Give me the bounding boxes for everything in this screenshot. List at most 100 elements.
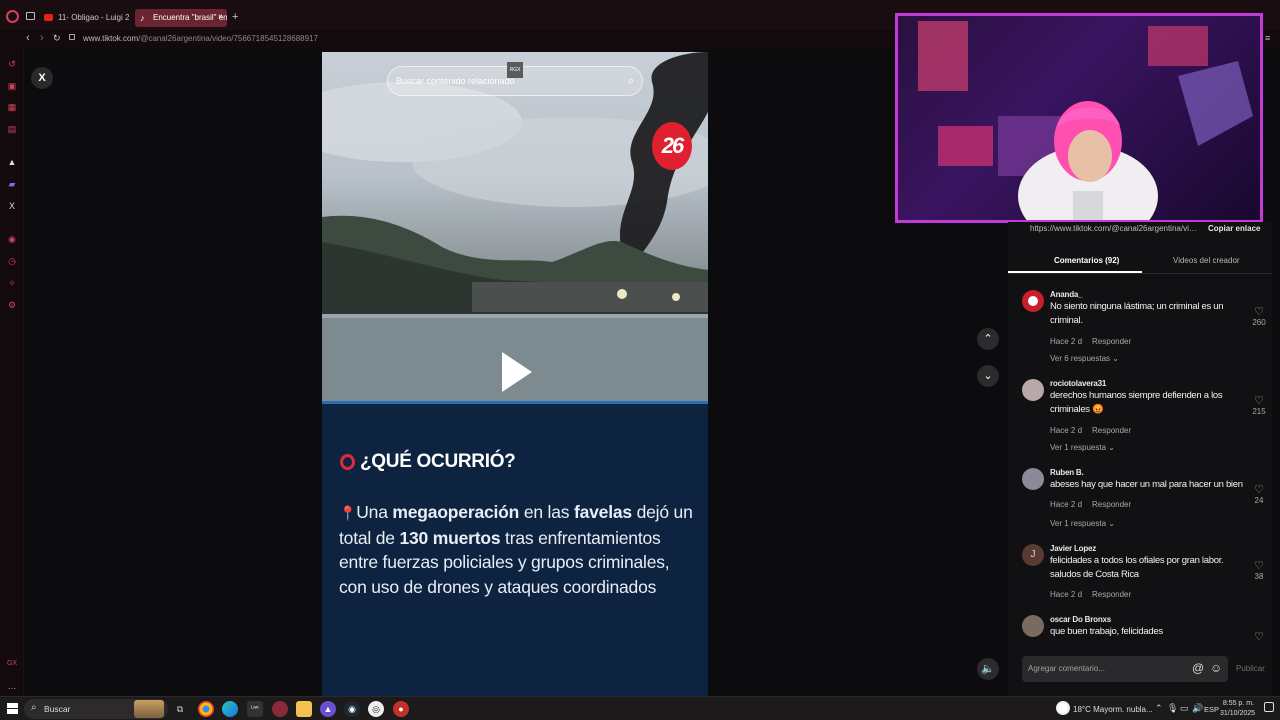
- file-explorer-icon[interactable]: [296, 701, 312, 717]
- weather-text[interactable]: 18°C Mayorm. nubla...: [1073, 705, 1153, 714]
- search-highlight-image: [134, 700, 164, 718]
- like-button[interactable]: ♡ 260: [1250, 306, 1268, 327]
- aria-icon[interactable]: ▲: [6, 156, 18, 168]
- clock-date: 31/10/2025: [1220, 710, 1256, 717]
- tabs-divider: [1008, 273, 1272, 274]
- like-button[interactable]: ♡ 38: [1250, 560, 1268, 581]
- chevron-up-icon: ⌃: [983, 333, 993, 345]
- new-tab-button[interactable]: +: [232, 11, 238, 23]
- avatar[interactable]: [1022, 379, 1044, 401]
- reload-icon[interactable]: ↻: [53, 33, 61, 44]
- taskbar-search[interactable]: ⌕ Buscar: [24, 699, 168, 719]
- search-icon: ⌕: [31, 702, 37, 713]
- shopping-icon[interactable]: ▣: [6, 80, 18, 92]
- card-line-1-bold: megaoperación: [392, 502, 520, 522]
- comment-author[interactable]: Ananda_: [1050, 290, 1083, 299]
- youtube-icon: [44, 14, 53, 21]
- steam-icon[interactable]: ◉: [344, 701, 360, 717]
- clock-icon[interactable]: ◷: [6, 255, 18, 267]
- tab-comments[interactable]: Comentarios (92): [1054, 256, 1119, 265]
- like-button[interactable]: ♡ 24: [1250, 484, 1268, 505]
- clock[interactable]: 8:55 p. m. 31/10/2025: [1220, 699, 1256, 719]
- url-field[interactable]: www.tiktok.com/@canal26argentina/video/7…: [83, 34, 318, 43]
- extensions-icon[interactable]: ✧: [6, 277, 18, 289]
- emoji-icon[interactable]: ☺: [1210, 661, 1222, 675]
- channel-badge: 26: [652, 122, 692, 170]
- tiktok-icon: ♪: [140, 13, 145, 23]
- tab-overview-icon[interactable]: [26, 12, 35, 20]
- comment-author[interactable]: Ruben B.: [1050, 468, 1084, 477]
- channel-badge-text: 26: [661, 133, 685, 158]
- next-video-button[interactable]: ⌄: [977, 365, 999, 387]
- windows-start-icon[interactable]: [7, 703, 18, 714]
- more-icon[interactable]: …: [6, 680, 18, 692]
- comment-author[interactable]: oscar Do Bronxs: [1050, 615, 1111, 624]
- view-replies-button[interactable]: Ver 1 respuesta ⌄: [1050, 519, 1115, 528]
- reply-button[interactable]: Responder: [1092, 337, 1131, 346]
- back-icon[interactable]: ‹: [26, 32, 30, 44]
- play-icon[interactable]: [502, 352, 532, 392]
- settings-icon[interactable]: ⚙: [6, 299, 18, 311]
- messenger-icon[interactable]: ▤: [6, 123, 18, 135]
- view-replies-button[interactable]: Ver 1 respuesta ⌄: [1050, 443, 1115, 452]
- reply-button[interactable]: Responder: [1092, 426, 1131, 435]
- tray-chevron-icon[interactable]: ⌃: [1155, 703, 1163, 714]
- card-body: 📍Una megaoperación en las favelas dejó u…: [339, 500, 699, 599]
- app-icon[interactable]: ᴸᶦᵛᵉ: [247, 701, 263, 717]
- player-icon[interactable]: ◉: [6, 233, 18, 245]
- video-player[interactable]: 26: [322, 52, 708, 404]
- reply-button[interactable]: Responder: [1092, 590, 1131, 599]
- card-line-4: con uso de drones y ataques coordinados: [339, 576, 657, 597]
- gaming-icon[interactable]: ▦: [6, 101, 18, 113]
- view-replies-label: Ver 6 respuestas: [1050, 354, 1111, 363]
- heart-icon: ♡: [1254, 306, 1264, 318]
- like-count: 215: [1252, 407, 1266, 416]
- previous-video-button[interactable]: ⌃: [977, 328, 999, 350]
- comment-placeholder: Agregar comentario...: [1028, 664, 1105, 673]
- view-replies-button[interactable]: Ver 6 respuestas ⌄: [1050, 354, 1119, 363]
- task-view-icon[interactable]: ⧉: [172, 701, 188, 717]
- microphone-icon[interactable]: 🎙: [1167, 703, 1178, 714]
- proton-icon[interactable]: ▲: [320, 701, 336, 717]
- github-icon[interactable]: ◎: [368, 701, 384, 717]
- opera-logo-icon[interactable]: [6, 10, 19, 23]
- publish-button[interactable]: Publicar: [1236, 664, 1265, 673]
- avatar[interactable]: [1022, 615, 1044, 637]
- network-icon[interactable]: ▭: [1180, 703, 1189, 714]
- avatar[interactable]: J: [1022, 544, 1044, 566]
- like-button[interactable]: ♡: [1250, 631, 1268, 641]
- x-twitter-icon[interactable]: X: [6, 200, 18, 212]
- menu-icon[interactable]: ≡: [1265, 33, 1270, 43]
- obs-icon[interactable]: ●: [393, 701, 409, 717]
- comment-text: No siento ninguna lástima; un criminal e…: [1050, 301, 1224, 326]
- history-icon[interactable]: ↺: [6, 58, 18, 70]
- comment-input[interactable]: Agregar comentario... @ ☺: [1022, 656, 1228, 682]
- comment-item: Ruben B. abeses hay que hacer un mal par…: [1022, 468, 1272, 534]
- comment-item: oscar Do Bronxs que buen trabajo, felici…: [1022, 615, 1272, 641]
- speaker-icon: 🔈: [981, 663, 995, 675]
- mention-icon[interactable]: @: [1192, 661, 1204, 675]
- copy-link-button[interactable]: Copiar enlace: [1208, 224, 1260, 233]
- tab-close-icon[interactable]: ×: [218, 12, 223, 21]
- tab-youtube[interactable]: 11- Obligao - Luigi 21 Plus: [40, 9, 130, 27]
- comment-author[interactable]: rociotolavera31: [1050, 379, 1106, 388]
- like-button[interactable]: ♡ 215: [1250, 395, 1268, 416]
- reply-button[interactable]: Responder: [1092, 500, 1131, 509]
- volume-tray-icon[interactable]: 🔊: [1192, 703, 1203, 714]
- close-video-button[interactable]: X: [31, 67, 53, 89]
- volume-button[interactable]: 🔈: [977, 658, 999, 680]
- comment-author[interactable]: Javier Lopez: [1050, 544, 1096, 553]
- edge-icon[interactable]: [222, 701, 238, 717]
- watermark-badge: RGX: [507, 62, 523, 78]
- chrome-icon[interactable]: [198, 701, 214, 717]
- twitch-icon[interactable]: ▰: [6, 178, 18, 190]
- search-icon[interactable]: ⌕: [628, 67, 634, 95]
- forward-icon[interactable]: ›: [40, 32, 44, 44]
- notifications-icon[interactable]: [1264, 702, 1274, 712]
- avatar[interactable]: [1022, 290, 1044, 312]
- opera-gx-taskbar-icon[interactable]: [272, 701, 288, 717]
- avatar[interactable]: [1022, 468, 1044, 490]
- tab-creator-videos[interactable]: Videos del creador: [1173, 256, 1240, 265]
- tab-tiktok[interactable]: ♪ Encuentra "brasil" en TikTok: [135, 9, 227, 27]
- language-indicator[interactable]: ESP: [1204, 705, 1219, 714]
